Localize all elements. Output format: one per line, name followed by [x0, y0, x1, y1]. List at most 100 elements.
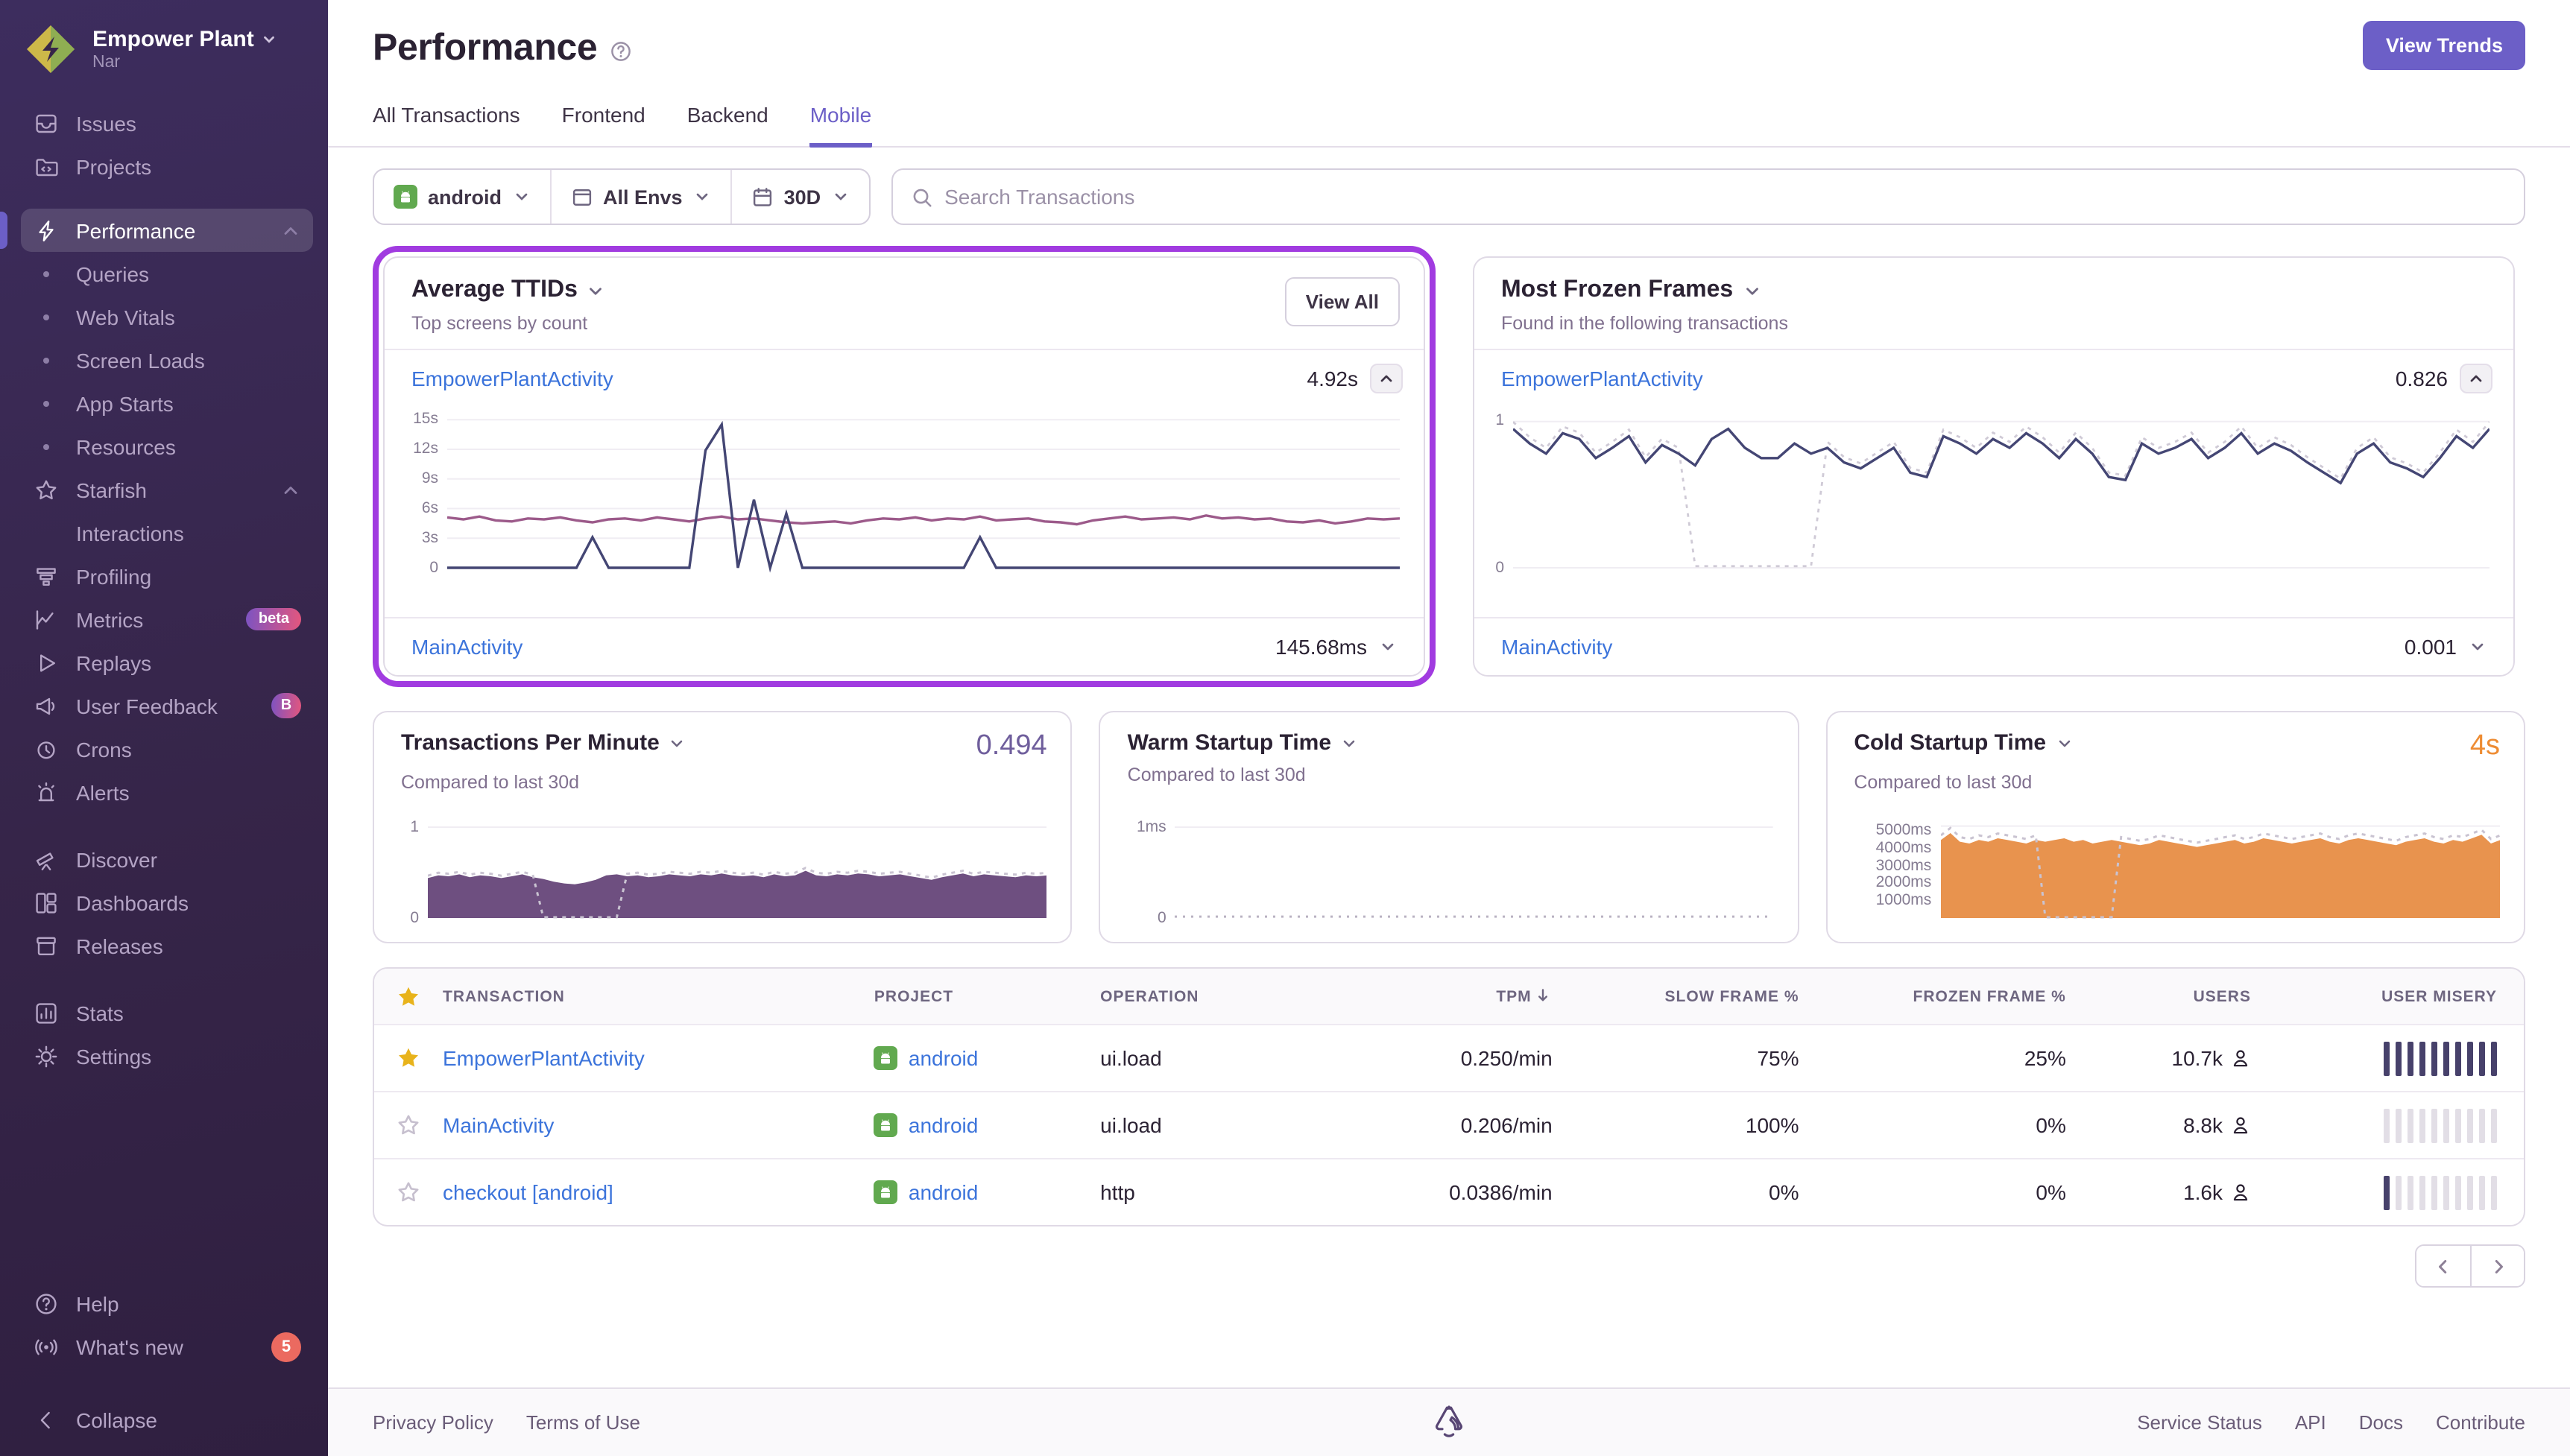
sidebar-item-resources[interactable]: Resources: [21, 425, 313, 468]
column-header-project[interactable]: PROJECT: [874, 987, 1100, 1005]
sidebar-item-screen-loads[interactable]: Screen Loads: [21, 338, 313, 382]
users-count: 10.7k: [2172, 1046, 2223, 1070]
sidebar-item-collapse[interactable]: Collapse: [21, 1398, 313, 1441]
search-transactions[interactable]: [891, 168, 2525, 225]
sidebar-item-app-starts[interactable]: App Starts: [21, 382, 313, 425]
expand-row-button[interactable]: [1379, 638, 1400, 656]
expand-row-button[interactable]: [2469, 638, 2490, 656]
transaction-value: 145.68ms: [1275, 635, 1367, 659]
chart-plot: [1940, 814, 2500, 927]
transaction-link[interactable]: MainActivity: [1501, 635, 1612, 659]
transaction-link[interactable]: EmpowerPlantActivity: [443, 1046, 874, 1070]
sidebar-item-metrics[interactable]: Metricsbeta: [21, 598, 313, 641]
transaction-link[interactable]: EmpowerPlantActivity: [411, 367, 613, 390]
column-header-slow-frame[interactable]: SLOW FRAME %: [1665, 987, 1799, 1005]
tab-backend[interactable]: Backend: [687, 103, 768, 148]
sidebar-item-performance[interactable]: Performance: [21, 209, 313, 252]
chevron-down-icon[interactable]: [1742, 281, 1761, 300]
column-header-transaction[interactable]: TRANSACTION: [443, 987, 874, 1005]
chevron-down-icon[interactable]: [587, 281, 606, 300]
environment-filter[interactable]: All Envs: [549, 170, 730, 224]
android-icon: [874, 1113, 898, 1137]
y-tick-label: 0: [1158, 908, 1166, 926]
view-trends-button[interactable]: View Trends: [2364, 21, 2525, 70]
project-filter[interactable]: android: [374, 170, 549, 224]
misery-bar: [2407, 1175, 2413, 1209]
sidebar-item-releases[interactable]: Releases: [21, 924, 313, 967]
sidebar-item-projects[interactable]: Projects: [21, 145, 313, 188]
android-icon: [394, 185, 417, 209]
project-cell: android: [874, 1180, 1100, 1204]
sidebar-item-web-vitals[interactable]: Web Vitals: [21, 295, 313, 338]
column-header-tpm[interactable]: TPM: [1496, 987, 1552, 1006]
transaction-link[interactable]: checkout [android]: [443, 1180, 874, 1204]
sidebar-item-crons[interactable]: Crons: [21, 727, 313, 770]
footer-link-privacy-policy[interactable]: Privacy Policy: [373, 1411, 493, 1434]
transactions-table: TRANSACTIONPROJECTOPERATION TPM SLOW FRAME…: [373, 967, 2525, 1226]
sidebar-item-label: Performance: [76, 218, 195, 242]
collapse-row-button[interactable]: [1370, 364, 1403, 393]
transaction-link[interactable]: MainActivity: [411, 635, 522, 659]
sidebar-item-alerts[interactable]: Alerts: [21, 770, 313, 814]
misery-bar: [2466, 1175, 2473, 1209]
tab-frontend[interactable]: Frontend: [562, 103, 645, 148]
chart-plot: [447, 401, 1400, 577]
sidebar-badge: B: [271, 693, 301, 718]
frozen-frame-cell: 0%: [2036, 1113, 2065, 1137]
sidebar-item-issues[interactable]: Issues: [21, 101, 313, 145]
date-range-filter[interactable]: 30D: [730, 170, 869, 224]
sidebar-item-label: Issues: [76, 111, 136, 135]
sidebar-item-discover[interactable]: Discover: [21, 838, 313, 881]
sidebar-item-settings[interactable]: Settings: [21, 1034, 313, 1077]
sidebar-item-label: Web Vitals: [76, 305, 175, 329]
chevron-down-icon[interactable]: [669, 734, 686, 752]
search-input[interactable]: [944, 185, 2506, 209]
star-outline-toggle[interactable]: [374, 1180, 443, 1204]
sidebar-item-stats[interactable]: Stats: [21, 991, 313, 1034]
sidebar-item-interactions[interactable]: Interactions: [21, 511, 313, 554]
tab-all-transactions[interactable]: All Transactions: [373, 103, 520, 148]
star-filled-toggle[interactable]: [374, 1046, 443, 1070]
column-header-frozen-frame[interactable]: FROZEN FRAME %: [1913, 987, 2066, 1005]
column-header-user-misery[interactable]: USER MISERY: [2381, 987, 2497, 1005]
footer-link-contribute[interactable]: Contribute: [2436, 1411, 2525, 1434]
misery-bar: [2466, 1108, 2473, 1142]
widget-subtitle: Top screens by count: [411, 313, 1285, 334]
transaction-link[interactable]: MainActivity: [443, 1113, 874, 1137]
sidebar-item-starfish[interactable]: Starfish: [21, 468, 313, 511]
org-switcher[interactable]: Empower Plant Nar: [0, 0, 328, 95]
sidebar-item-whats-new[interactable]: What's new5: [21, 1325, 313, 1368]
next-page-button[interactable]: [2470, 1246, 2524, 1286]
sidebar-item-dashboards[interactable]: Dashboards: [21, 881, 313, 924]
sidebar-item-profiling[interactable]: Profiling: [21, 554, 313, 598]
column-header-operation[interactable]: OPERATION: [1100, 987, 1306, 1005]
sidebar-item-user-feedback[interactable]: User FeedbackB: [21, 684, 313, 727]
project-link[interactable]: android: [909, 1180, 978, 1204]
tpm-widget: Transactions Per Minute0.494Compared to …: [373, 711, 1073, 943]
transaction-link[interactable]: EmpowerPlantActivity: [1501, 367, 1703, 390]
widget-title: Transactions Per Minute: [401, 730, 686, 756]
widget-title-text: Most Frozen Frames: [1501, 277, 1733, 304]
widget-big-value: 0.494: [976, 730, 1047, 763]
footer-link-terms-of-use[interactable]: Terms of Use: [526, 1411, 640, 1434]
chevron-down-icon[interactable]: [2055, 734, 2073, 752]
tab-mobile[interactable]: Mobile: [810, 103, 872, 148]
star-outline-toggle[interactable]: [374, 1113, 443, 1137]
footer-link-service-status[interactable]: Service Status: [2137, 1411, 2262, 1434]
footer-link-api[interactable]: API: [2295, 1411, 2326, 1434]
chevron-down-icon[interactable]: [1340, 734, 1358, 752]
sidebar-item-help[interactable]: Help: [21, 1282, 313, 1325]
star-column-header[interactable]: [374, 984, 443, 1008]
view-all-button[interactable]: View All: [1285, 277, 1400, 326]
sidebar-item-replays[interactable]: Replays: [21, 641, 313, 684]
help-circle-icon[interactable]: [609, 40, 631, 63]
project-link[interactable]: android: [909, 1046, 978, 1070]
y-tick-label: 1: [410, 817, 419, 835]
collapse-row-button[interactable]: [2460, 364, 2492, 393]
column-header-users[interactable]: USERS: [2194, 987, 2251, 1005]
footer-link-docs[interactable]: Docs: [2359, 1411, 2403, 1434]
previous-page-button[interactable]: [2416, 1246, 2470, 1286]
sidebar-item-queries[interactable]: Queries: [21, 252, 313, 295]
project-link[interactable]: android: [909, 1113, 978, 1137]
most-frozen-frames-widget: Most Frozen FramesFound in the following…: [1473, 256, 2515, 677]
